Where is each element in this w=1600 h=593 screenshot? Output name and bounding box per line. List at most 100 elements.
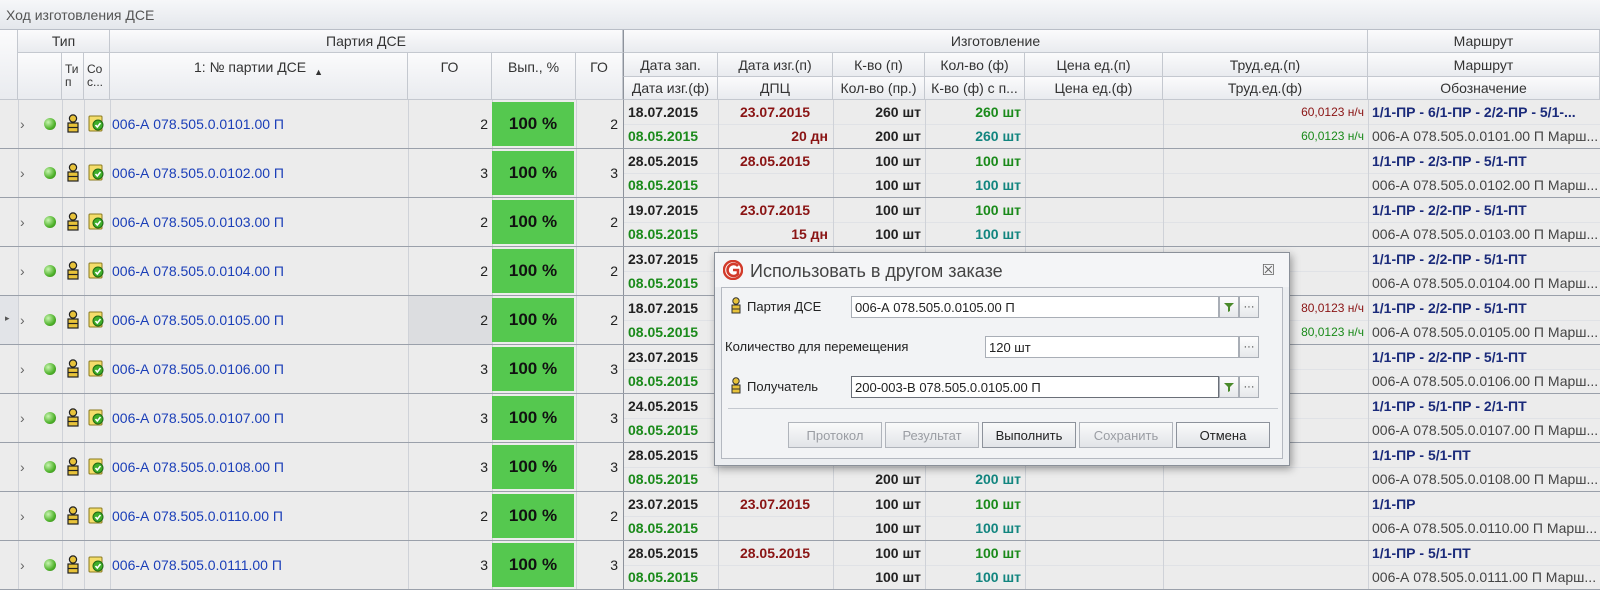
table-row[interactable]: › 006-А 078.505.0.0101.00 П 2 100 % 2 18.07.2… [0, 100, 1600, 149]
date-izg-plan: 23.07.2015 [739, 496, 811, 512]
header-col-go[interactable]: ГО [408, 53, 492, 100]
header-col-qty-f[interactable]: Кол-во (ф) [925, 53, 1025, 77]
header-col-price-p[interactable]: Цена ед.(п) [1025, 53, 1163, 77]
column-separator [84, 149, 85, 197]
expand-chevron-icon[interactable]: › [20, 410, 25, 426]
table-row[interactable]: › 006-А 078.505.0.0110.00 П 2 100 % 2 23.07.2… [0, 492, 1600, 541]
batch-link[interactable]: 006-А 078.505.0.0104.00 П [112, 263, 284, 279]
execute-button[interactable]: Выполнить [982, 422, 1076, 448]
header-col-go2[interactable]: ГО [576, 53, 623, 100]
column-separator [18, 247, 19, 295]
expand-chevron-icon[interactable]: › [20, 214, 25, 230]
table-row[interactable]: › 006-А 078.505.0.0111.00 П 3 100 % 3 28.05.2… [0, 541, 1600, 590]
expand-chevron-icon[interactable]: › [20, 116, 25, 132]
progress-cell: 100 % [492, 249, 574, 293]
doc-approved-icon [88, 360, 104, 377]
header-col-pct[interactable]: Вып., % [492, 53, 576, 100]
date-izg-fact: 08.05.2015 [628, 422, 699, 438]
labor-fact: 60,0123 н/ч [1301, 129, 1364, 143]
header-col-qty-p[interactable]: К-во (п) [833, 53, 925, 77]
column-separator [718, 100, 719, 148]
qty-fact-s: 260 шт [975, 128, 1021, 144]
qty-fact: 100 шт [975, 153, 1021, 169]
expand-chevron-icon[interactable]: › [20, 165, 25, 181]
column-separator [84, 443, 85, 491]
expand-chevron-icon[interactable]: › [20, 508, 25, 524]
header-col-dpc[interactable]: ДПЦ [718, 77, 833, 100]
status-green-icon [44, 412, 56, 424]
batch-link[interactable]: 006-А 078.505.0.0106.00 П [112, 361, 284, 377]
qty-pr: 200 шт [875, 471, 921, 487]
header-col-labor-p[interactable]: Труд.ед.(п) [1163, 53, 1368, 77]
header-col-qty-pr[interactable]: Кол-во (пр.) [833, 77, 925, 100]
filter-icon[interactable] [1219, 376, 1239, 398]
date-izg-plan: 23.07.2015 [739, 104, 811, 120]
date-izg-fact: 08.05.2015 [628, 520, 699, 536]
table-row[interactable]: › 006-А 078.505.0.0102.00 П 3 100 % 3 28.05.2… [0, 149, 1600, 198]
result-button[interactable]: Результат [885, 422, 979, 448]
batch-browse-button[interactable]: ··· [1239, 296, 1259, 318]
use-in-other-order-dialog: Использовать в другом заказе ☒ Партия ДС… [714, 252, 1290, 466]
expand-chevron-icon[interactable]: › [20, 459, 25, 475]
column-separator [110, 394, 111, 442]
qty-plan: 100 шт [875, 545, 921, 561]
batch-link[interactable]: 006-А 078.505.0.0102.00 П [112, 165, 284, 181]
header-col-type[interactable]: Ти п [62, 53, 84, 100]
qty-pr: 100 шт [875, 177, 921, 193]
header-group-batch: Партия ДСЕ [110, 30, 623, 53]
designation-text: 006-А 078.505.0.0110.00 П Марш... [1372, 520, 1598, 536]
header-col-labor-f[interactable]: Труд.ед.(ф) [1163, 77, 1368, 100]
close-icon[interactable]: ☒ [1262, 261, 1275, 279]
go2-value: 3 [610, 410, 618, 426]
batch-link[interactable]: 006-А 078.505.0.0101.00 П [112, 116, 284, 132]
batch-link[interactable]: 006-А 078.505.0.0108.00 П [112, 459, 284, 475]
header-col-route[interactable]: Маршрут [1368, 53, 1600, 77]
batch-link[interactable]: 006-А 078.505.0.0107.00 П [112, 410, 284, 426]
date-izg-fact: 08.05.2015 [628, 177, 699, 193]
column-separator [718, 198, 719, 246]
qty-field[interactable]: 120 шт [985, 336, 1239, 358]
designation-text: 006-А 078.505.0.0105.00 П Марш... [1372, 324, 1598, 340]
header-col-state[interactable]: Со с... [84, 53, 110, 100]
date-izg-fact: 08.05.2015 [628, 569, 699, 585]
progress-cell: 100 % [492, 298, 574, 342]
batch-field[interactable]: 006-А 078.505.0.0105.00 П [851, 296, 1219, 318]
filter-icon[interactable] [1219, 296, 1239, 318]
expand-chevron-icon[interactable]: › [20, 312, 25, 328]
route-text: 1/1-ПР - 2/2-ПР - 5/1-ПТ [1372, 202, 1527, 218]
table-row[interactable]: › 006-А 078.505.0.0103.00 П 2 100 % 2 19.07.2… [0, 198, 1600, 247]
expand-chevron-icon[interactable]: › [20, 361, 25, 377]
batch-link[interactable]: 006-А 078.505.0.0103.00 П [112, 214, 284, 230]
column-separator [1368, 296, 1369, 344]
protocol-button[interactable]: Протокол [788, 422, 882, 448]
header-col-designation[interactable]: Обозначение [1368, 77, 1600, 100]
header-col-batch-no[interactable]: 1: № партии ДСЕ ▲ [110, 53, 408, 100]
column-separator [62, 541, 63, 589]
designation-text: 006-А 078.505.0.0111.00 П Марш... [1372, 569, 1597, 585]
qty-pr: 100 шт [875, 226, 921, 242]
doc-approved-icon [88, 115, 104, 132]
recipient-field[interactable]: 200-003-В 078.505.0.0105.00 П [851, 376, 1219, 398]
header-col-date-izg-p[interactable]: Дата изг.(п) [718, 53, 833, 77]
column-separator [1368, 149, 1369, 197]
qty-browse-button[interactable]: ··· [1239, 336, 1259, 358]
qty-fact-s: 100 шт [975, 520, 1021, 536]
batch-link[interactable]: 006-А 078.505.0.0105.00 П [112, 312, 284, 328]
batch-link[interactable]: 006-А 078.505.0.0110.00 П [112, 508, 283, 524]
person-icon [731, 377, 741, 394]
header-expand [18, 53, 62, 100]
recipient-browse-button[interactable]: ··· [1239, 376, 1259, 398]
header-col-batch-no-label: 1: № партии ДСЕ [193, 59, 307, 75]
header-col-date-zap[interactable]: Дата зап. [623, 53, 718, 77]
header-col-price-f[interactable]: Цена ед.(ф) [1025, 77, 1163, 100]
recipient-label: Получатель [747, 379, 819, 394]
save-button[interactable]: Сохранить [1079, 422, 1173, 448]
batch-link[interactable]: 006-А 078.505.0.0111.00 П [112, 557, 282, 573]
expand-chevron-icon[interactable]: › [20, 263, 25, 279]
expand-chevron-icon[interactable]: › [20, 557, 25, 573]
header-col-date-izg-f[interactable]: Дата изг.(ф) [623, 77, 718, 100]
doc-approved-icon [88, 311, 104, 328]
cancel-button[interactable]: Отмена [1176, 422, 1270, 448]
header-col-qty-fs[interactable]: К-во (ф) с п... [925, 77, 1025, 100]
route-text: 1/1-ПР - 5/1-ПР - 2/1-ПТ [1372, 398, 1527, 414]
